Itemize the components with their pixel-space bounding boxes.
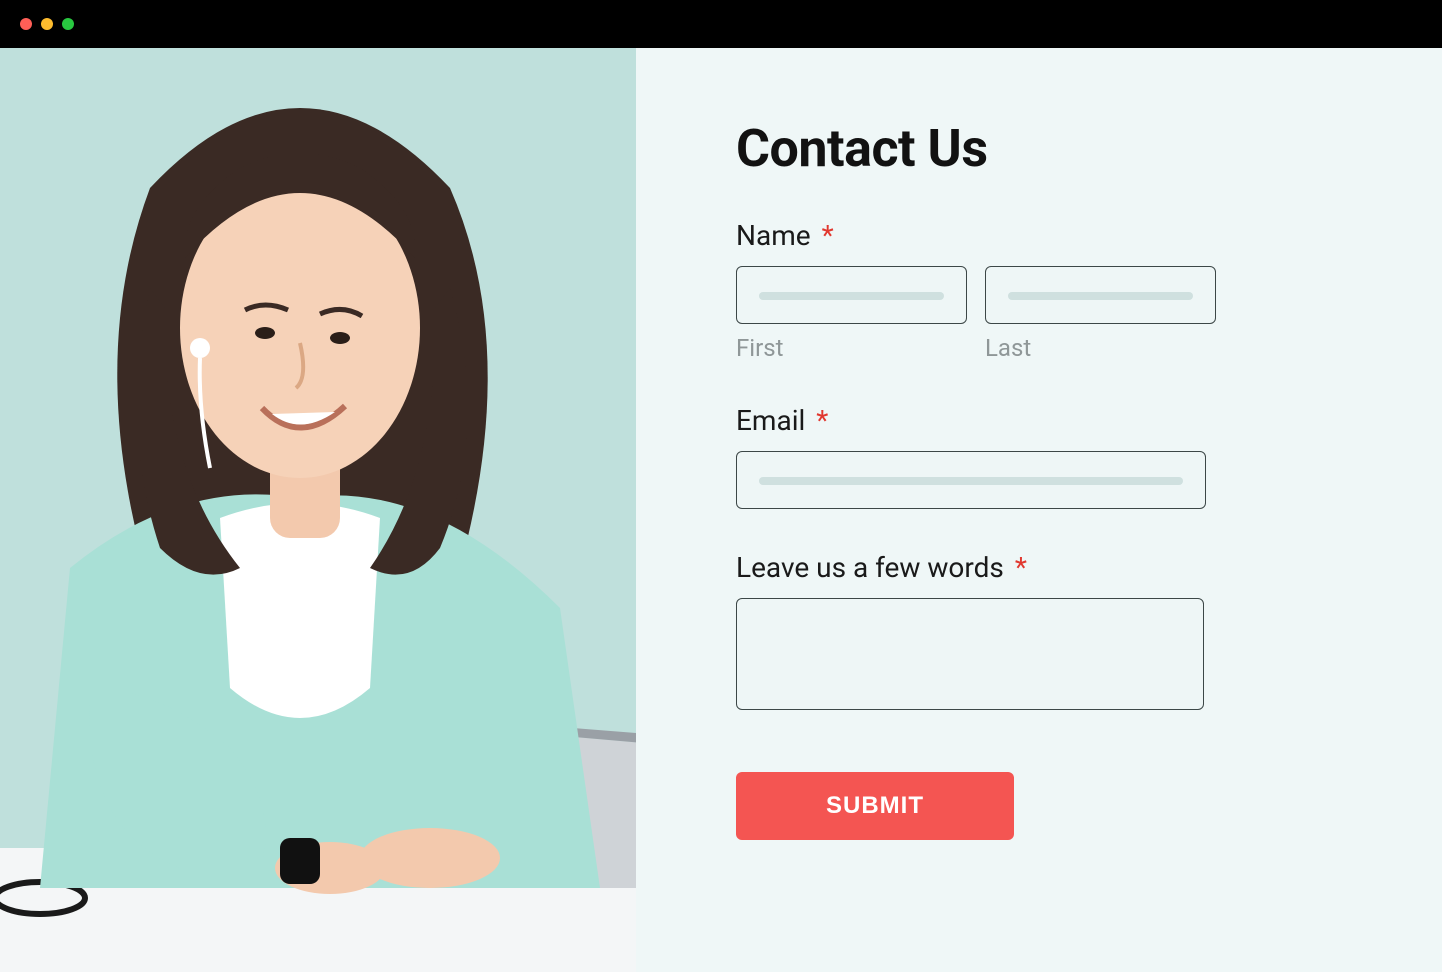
email-label: Email * xyxy=(736,404,1216,437)
last-name-sublabel: Last xyxy=(985,334,1216,362)
placeholder-icon xyxy=(1008,292,1193,300)
name-label-text: Name xyxy=(736,219,811,252)
email-field-group: Email * xyxy=(736,404,1216,509)
email-input[interactable] xyxy=(736,451,1206,509)
first-name-sublabel: First xyxy=(736,334,967,362)
message-field-group: Leave us a few words * xyxy=(736,551,1216,714)
required-mark: * xyxy=(822,219,834,252)
window-controls xyxy=(20,18,74,30)
submit-button[interactable]: SUBMIT xyxy=(736,772,1014,840)
minimize-window-icon[interactable] xyxy=(41,18,53,30)
close-window-icon[interactable] xyxy=(20,18,32,30)
page-content: Contact Us Name * First xyxy=(0,48,1442,972)
hero-person-illustration xyxy=(0,48,636,972)
required-mark: * xyxy=(816,404,828,437)
maximize-window-icon[interactable] xyxy=(62,18,74,30)
required-mark: * xyxy=(1015,551,1027,584)
first-name-input[interactable] xyxy=(736,266,967,324)
placeholder-icon xyxy=(759,477,1183,485)
last-name-input[interactable] xyxy=(985,266,1216,324)
message-textarea[interactable] xyxy=(736,598,1204,710)
page-title: Contact Us xyxy=(736,118,1362,179)
name-field-group: Name * First Last xyxy=(736,219,1216,362)
message-label-text: Leave us a few words xyxy=(736,551,1004,584)
contact-form: Name * First Last xyxy=(736,219,1216,840)
placeholder-icon xyxy=(759,292,944,300)
form-panel: Contact Us Name * First xyxy=(636,48,1442,972)
name-label: Name * xyxy=(736,219,1216,252)
hero-image-panel xyxy=(0,48,636,972)
message-label: Leave us a few words * xyxy=(736,551,1216,584)
email-label-text: Email xyxy=(736,404,805,437)
window-titlebar xyxy=(0,0,1442,48)
